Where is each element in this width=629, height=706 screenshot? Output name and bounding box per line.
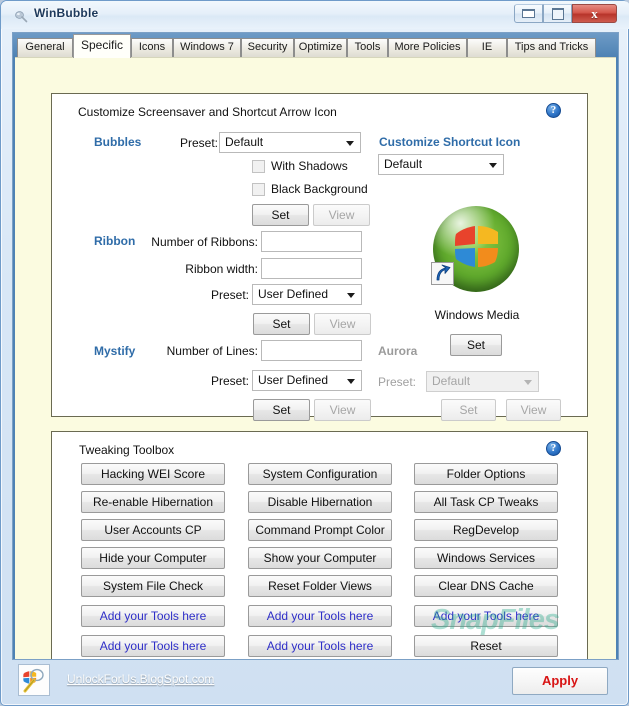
ribbon-width-input[interactable] (261, 258, 362, 279)
shortcut-icon-preset-combo[interactable]: Default (378, 154, 504, 175)
tool-re-enable-hibernation-button[interactable]: Re-enable Hibernation (81, 491, 225, 513)
tool-folder-options-button[interactable]: Folder Options (414, 463, 558, 485)
tab-strip: General Specific Icons Windows 7 Securit… (13, 33, 618, 58)
tool-windows-services-button[interactable]: Windows Services (414, 547, 558, 569)
tool-clear-dns-cache-button[interactable]: Clear DNS Cache (414, 575, 558, 597)
aurora-view-button: View (506, 399, 561, 421)
shortcut-arrow-icon (431, 262, 454, 285)
footer-bar: UnlockForUs.BlogSpot.com Apply (12, 662, 619, 700)
app-window: WinBubble x General Specific Icons Windo… (0, 0, 629, 706)
bubbles-section-label[interactable]: Bubbles (94, 135, 141, 149)
tab-more-policies[interactable]: More Policies (388, 38, 467, 57)
checkbox-icon (252, 183, 265, 196)
bubbles-preset-value: Default (225, 135, 264, 149)
bubbles-preset-label: Preset: (179, 136, 218, 150)
mystify-view-button: View (314, 399, 371, 421)
ribbon-preset-label: Preset: (210, 288, 249, 302)
maximize-icon (551, 7, 564, 20)
tool-show-your-computer-button[interactable]: Show your Computer (248, 547, 392, 569)
ribbon-number-label: Number of Ribbons: (151, 235, 258, 249)
with-shadows-label: With Shadows (271, 159, 348, 173)
tab-ie[interactable]: IE (467, 38, 507, 57)
windows-flag-icon (455, 226, 498, 267)
minimize-button[interactable] (514, 4, 543, 23)
mystify-lines-input[interactable] (261, 340, 362, 361)
window-title: WinBubble (34, 6, 99, 20)
black-background-label: Black Background (271, 182, 368, 196)
tab-tools[interactable]: Tools (347, 38, 388, 57)
tool-regdevelop-button[interactable]: RegDevelop (414, 519, 558, 541)
tool-user-accounts-cp-button[interactable]: User Accounts CP (81, 519, 225, 541)
help-icon[interactable]: ? (546, 103, 561, 118)
tab-specific[interactable]: Specific (73, 34, 131, 58)
tab-tips-and-tricks[interactable]: Tips and Tricks (507, 38, 596, 57)
aurora-preset-label: Preset: (378, 375, 417, 389)
ribbon-width-label: Ribbon width: (185, 262, 258, 276)
aurora-section-label: Aurora (378, 344, 418, 358)
shortcut-icon-section-label[interactable]: Customize Shortcut Icon (379, 135, 520, 149)
help-icon[interactable]: ? (546, 441, 561, 456)
mystify-set-button[interactable]: Set (253, 399, 310, 421)
close-button[interactable]: x (572, 4, 617, 23)
bubbles-set-button[interactable]: Set (252, 204, 309, 226)
tool-system-configuration-button[interactable]: System Configuration (248, 463, 392, 485)
mystify-preset-label: Preset: (210, 374, 249, 388)
aurora-set-button: Set (441, 399, 496, 421)
tool-add-your-tools-1-button[interactable]: Add your Tools here (81, 605, 225, 627)
screensaver-group-title: Customize Screensaver and Shortcut Arrow… (78, 105, 337, 119)
tab-general[interactable]: General (17, 38, 73, 57)
tool-command-prompt-color-button[interactable]: Command Prompt Color (248, 519, 392, 541)
title-bar: WinBubble x (1, 1, 629, 29)
tool-all-task-cp-tweaks-button[interactable]: All Task CP Tweaks (414, 491, 558, 513)
chevron-down-icon (524, 380, 532, 385)
mystify-preset-combo[interactable]: User Defined (252, 370, 362, 391)
tool-disable-hibernation-button[interactable]: Disable Hibernation (248, 491, 392, 513)
tab-icons[interactable]: Icons (131, 38, 173, 57)
toolbox-group-title: Tweaking Toolbox (79, 443, 175, 457)
ribbon-preset-combo[interactable]: User Defined (252, 284, 362, 305)
aurora-preset-combo: Default (426, 371, 539, 392)
chevron-down-icon (489, 163, 497, 168)
minimize-icon (522, 9, 535, 18)
footer-link[interactable]: UnlockForUs.BlogSpot.com (67, 672, 214, 686)
shortcut-icon-set-button[interactable]: Set (450, 334, 502, 356)
chevron-down-icon (347, 293, 355, 298)
tab-windows-7[interactable]: Windows 7 (173, 38, 241, 57)
tool-hide-your-computer-button[interactable]: Hide your Computer (81, 547, 225, 569)
shortcut-icon-caption: Windows Media (434, 308, 520, 322)
ribbon-set-button[interactable]: Set (253, 313, 310, 335)
bubbles-preset-combo[interactable]: Default (219, 132, 361, 153)
tool-reset-button[interactable]: Reset (414, 635, 558, 657)
ribbon-preset-value: User Defined (258, 287, 329, 301)
tool-reset-folder-views-button[interactable]: Reset Folder Views (248, 575, 392, 597)
bubbles-view-button: View (313, 204, 370, 226)
aurora-preset-value: Default (432, 374, 471, 388)
tool-system-file-check-button[interactable]: System File Check (81, 575, 225, 597)
apply-button[interactable]: Apply (512, 667, 608, 695)
tab-security[interactable]: Security (241, 38, 294, 57)
tab-host: General Specific Icons Windows 7 Securit… (12, 32, 619, 660)
chevron-down-icon (347, 379, 355, 384)
shortcut-icon-preview (431, 206, 519, 292)
tab-optimize[interactable]: Optimize (294, 38, 347, 57)
ribbon-view-button: View (314, 313, 371, 335)
tool-add-your-tools-3-button[interactable]: Add your Tools here (248, 605, 392, 627)
chevron-down-icon (346, 141, 354, 146)
shortcut-icon-preset-value: Default (384, 157, 423, 171)
winbubble-logo-icon (18, 664, 50, 696)
tool-hacking-wei-score-button[interactable]: Hacking WEI Score (81, 463, 225, 485)
tab-page-specific: Customize Screensaver and Shortcut Arrow… (15, 57, 616, 659)
maximize-button[interactable] (543, 4, 572, 23)
tool-add-your-tools-2-button[interactable]: Add your Tools here (81, 635, 225, 657)
checkbox-icon (252, 160, 265, 173)
close-icon: x (591, 6, 598, 21)
ribbon-number-input[interactable] (261, 231, 362, 252)
mystify-lines-label: Number of Lines: (166, 344, 258, 358)
tool-add-your-tools-4-button[interactable]: Add your Tools here (248, 635, 392, 657)
tool-add-your-tools-5-button[interactable]: Add your Tools here (414, 605, 558, 627)
mystify-preset-value: User Defined (258, 373, 329, 387)
winbubble-app-icon (14, 9, 28, 23)
tweaking-toolbox-group: Tweaking Toolbox ? Hacking WEI Score Re-… (51, 431, 588, 659)
